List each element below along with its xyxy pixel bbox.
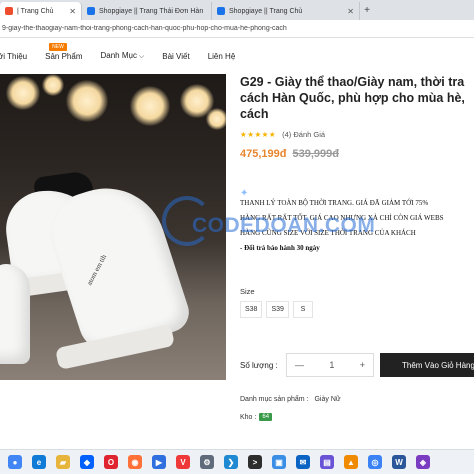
original-price: 539,999đ — [292, 148, 339, 160]
watermark: ✦ CODEDOAN.COM — [158, 188, 375, 258]
watermark-text: CODEDOAN.COM — [192, 214, 376, 237]
shopee-favicon-icon — [5, 7, 13, 15]
mail-icon[interactable]: ✉ — [296, 455, 310, 469]
bokeh-light — [66, 80, 108, 122]
address-bar[interactable]: 9-giay-the-thaogiay-nam-thoi-trang-phong… — [0, 20, 474, 38]
product-details: G29 - Giày thể thao/Giày nam, thời tra c… — [240, 74, 474, 160]
tab-order-status[interactable]: Shopgiaye || Trang Thái Đơn Hàn ✕ — [82, 2, 212, 20]
bokeh-light — [6, 76, 40, 110]
vivaldi-icon[interactable]: V — [176, 455, 190, 469]
photos-icon[interactable]: ▣ — [272, 455, 286, 469]
chrome-icon[interactable]: ● — [8, 455, 22, 469]
vlc-icon[interactable]: ▲ — [344, 455, 358, 469]
browser-tab-bar: | Trang Chủ ✕ Shopgiaye || Trang Thái Đơ… — [0, 0, 474, 20]
nav-about[interactable]: ới Thiệu — [0, 52, 27, 61]
app-icon[interactable]: ◈ — [416, 455, 430, 469]
store-icon[interactable]: ▤ — [320, 455, 334, 469]
sale-price: 475,199đ — [240, 148, 287, 160]
site-favicon-icon — [217, 7, 225, 15]
dropbox-icon[interactable]: ◆ — [80, 455, 94, 469]
category-label: Danh mục sản phẩm : — [240, 396, 309, 403]
vscode-icon[interactable]: ❯ — [224, 455, 238, 469]
nav-categories[interactable]: Danh Mục ⌵ — [100, 51, 144, 61]
site-favicon-icon — [87, 7, 95, 15]
media-icon[interactable]: ▶ — [152, 455, 166, 469]
stock-badge: 64 — [259, 413, 273, 421]
shoe-left-edge — [0, 264, 30, 364]
tab-trang-chu[interactable]: | Trang Chủ ✕ — [0, 2, 82, 20]
browser-icon[interactable]: ◎ — [368, 455, 382, 469]
size-option-s38[interactable]: S38 — [240, 301, 263, 318]
nav-contact[interactable]: Liên Hệ — [208, 52, 236, 61]
nav-blog[interactable]: Bài Viết — [162, 52, 189, 61]
chevron-down-icon: ⌵ — [138, 53, 145, 60]
review-count[interactable]: (4) Đánh Giá — [282, 130, 325, 139]
quantity-input[interactable]: 1 — [329, 360, 334, 370]
plus-icon[interactable]: + — [360, 360, 365, 370]
bokeh-light — [130, 86, 170, 126]
tab-shopgiaye-home[interactable]: Shopgiaye || Trang Chủ ✕ — [212, 2, 360, 20]
tab-label: | Trang Chủ — [17, 7, 54, 15]
new-badge: NEW — [49, 42, 67, 51]
nav-products[interactable]: NEW Sản Phẩm — [45, 42, 83, 61]
size-options: S38 S39 S — [240, 301, 317, 318]
rating-row: ★★★★★ (4) Đánh Giá — [240, 130, 474, 139]
firefox-icon[interactable]: ◉ — [128, 455, 142, 469]
close-icon[interactable]: ✕ — [203, 7, 211, 16]
product-title-line-2: cách Hàn Quốc, phù hợp cho mùa hè, — [240, 91, 465, 105]
opera-icon[interactable]: O — [104, 455, 118, 469]
nav-products-label: Sản Phẩm — [45, 51, 83, 61]
terminal-icon[interactable]: > — [248, 455, 262, 469]
size-label: Size — [240, 287, 255, 296]
settings-icon[interactable]: ⚙ — [200, 455, 214, 469]
quantity-stepper: — 1 + — [286, 353, 374, 377]
new-tab-icon[interactable]: + — [360, 2, 374, 20]
quantity-label: Số lượng : — [240, 361, 278, 370]
close-icon[interactable]: ✕ — [61, 7, 76, 16]
stock-label: Kho : — [240, 413, 257, 421]
add-to-cart-button[interactable]: Thêm Vào Giỏ Hàng — [380, 353, 474, 377]
category-row: Danh mục sản phẩm : Giày Nữ — [240, 396, 341, 403]
size-option-s[interactable]: S — [292, 301, 313, 318]
tab-label: Shopgiaye || Trang Thái Đơn Hàn — [99, 7, 204, 15]
url-text: 9-giay-the-thaogiay-nam-thoi-trang-phong… — [2, 25, 287, 32]
edge-icon[interactable]: e — [32, 455, 46, 469]
bokeh-light — [42, 74, 64, 96]
product-title-line-1: G29 - Giày thể thao/Giày nam, thời tra — [240, 75, 465, 89]
star-rating-icon: ★★★★★ — [240, 130, 277, 139]
sparkle-icon: ✦ — [240, 188, 249, 199]
bokeh-light — [206, 108, 226, 130]
price-row: 475,199đ 539,999đ — [240, 148, 474, 160]
word-icon[interactable]: W — [392, 455, 406, 469]
size-option-s39[interactable]: S39 — [266, 301, 289, 318]
taskbar: ● e ▰ ◆ O ◉ ▶ V ⚙ ❯ > ▣ ✉ ▤ ▲ ◎ W ◈ — [0, 449, 474, 474]
file-explorer-icon[interactable]: ▰ — [56, 455, 70, 469]
site-nav: ới Thiệu NEW Sản Phẩm Danh Mục ⌵ Bài Viết… — [0, 38, 474, 74]
minus-icon[interactable]: — — [295, 360, 304, 370]
stock-row: Kho : 64 — [240, 413, 273, 421]
category-link[interactable]: Giày Nữ — [314, 396, 340, 403]
nav-categories-label: Danh Mục — [100, 51, 137, 60]
close-icon[interactable]: ✕ — [339, 7, 354, 16]
product-title-line-3: cách — [240, 107, 269, 121]
tab-label: Shopgiaye || Trang Chủ — [229, 7, 303, 15]
